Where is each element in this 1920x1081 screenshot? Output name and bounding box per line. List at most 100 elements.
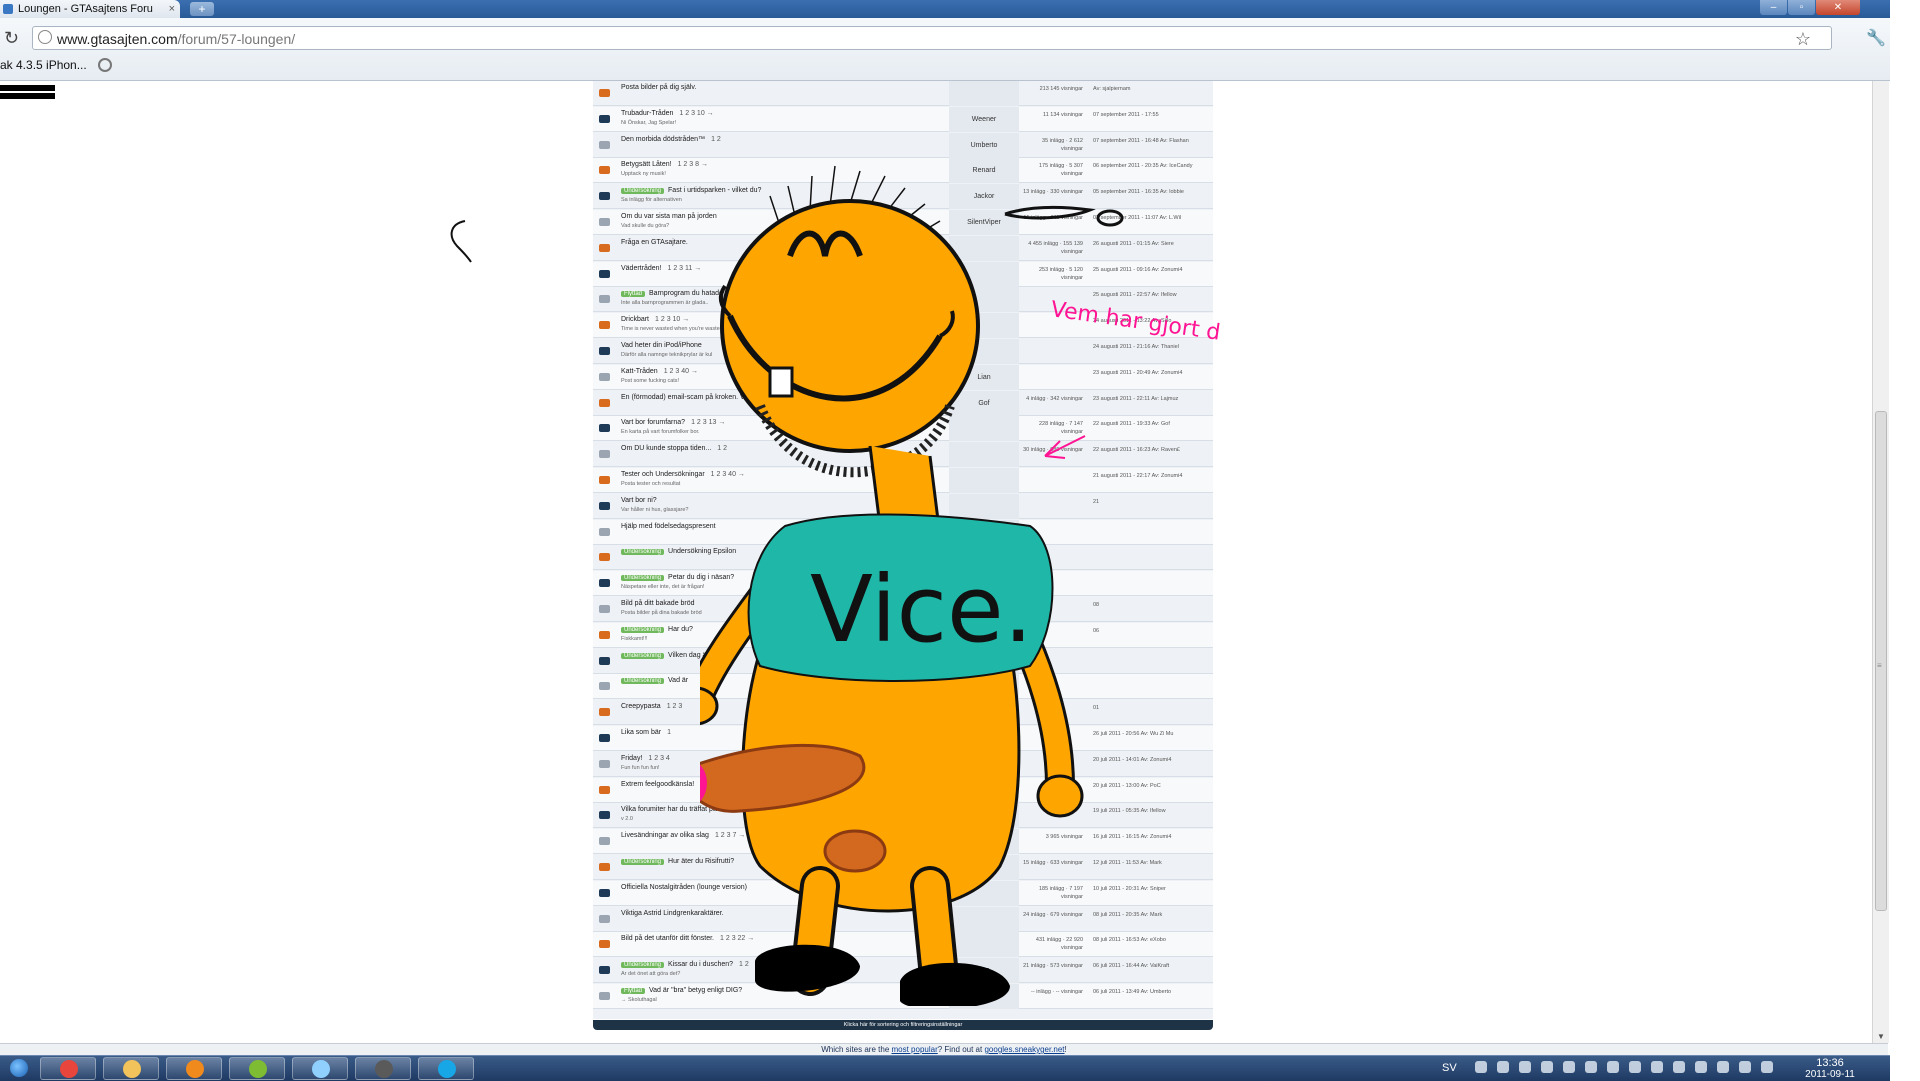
thread-title[interactable]: Undersökning Vad är	[621, 677, 688, 685]
tray-signal-icon[interactable]	[1739, 1061, 1751, 1073]
status-link-site[interactable]: googles.sneakyger.net	[984, 1045, 1064, 1054]
thread-title-text[interactable]: Har du?	[668, 626, 693, 633]
tab-loungen[interactable]: Loungen - GTAsajtens Foru ×	[0, 0, 180, 18]
paint-drawing: Vice. Vem har gjort den. I ♥ u	[700, 165, 1220, 1006]
thread-title-text[interactable]: Vädertråden!	[621, 265, 661, 272]
thread-title-text[interactable]: Friday!	[621, 755, 642, 762]
tray-app-icon[interactable]	[1541, 1061, 1553, 1073]
thread-title[interactable]: Posta bilder på dig själv.	[621, 84, 696, 91]
page-content: Posta bilder på dig själv. 213 145 visnin…	[0, 81, 1888, 1043]
tray-spotify-icon[interactable]	[1607, 1061, 1619, 1073]
bookmark-item[interactable]: ak 4.3.5 iPhon...	[0, 58, 87, 72]
thread-title-text[interactable]: Om DU kunde stoppa tiden...	[621, 445, 711, 452]
thread-subtitle: Sa inlägg för alternativen	[621, 197, 682, 204]
thread-status-icon	[599, 218, 610, 226]
thread-title[interactable]: Betygsätt Låten! 1 2 3 8 →	[621, 161, 708, 168]
thread-title-text[interactable]: Katt-Tråden	[621, 368, 658, 375]
thread-pagination[interactable]: 1 2 3 40 →	[664, 368, 698, 375]
thread-title-text[interactable]: Den morbida dödstråden™	[621, 136, 705, 143]
thread-title-text[interactable]: Betygsätt Låten!	[621, 161, 672, 168]
thread-title-text[interactable]: Posta bilder på dig själv.	[621, 84, 696, 91]
tray-steam-icon[interactable]	[1519, 1061, 1531, 1073]
minimize-button[interactable]: –	[1760, 0, 1787, 15]
thread-title[interactable]: Extrem feelgoodkänsla!1 2	[621, 781, 710, 788]
tray-app-icon[interactable]	[1585, 1061, 1597, 1073]
tray-flag-icon[interactable]	[1717, 1061, 1729, 1073]
table-row[interactable]: Posta bilder på dig själv. 213 145 visnin…	[593, 81, 1213, 106]
start-button[interactable]	[2, 1056, 36, 1081]
thread-title-text[interactable]: Bild på ditt bakade bröd	[621, 600, 695, 607]
tray-app-icon[interactable]	[1629, 1061, 1641, 1073]
thread-pagination[interactable]: 1	[667, 729, 671, 736]
thread-title[interactable]: Lika som bär 1	[621, 729, 671, 736]
tray-app-icon[interactable]	[1651, 1061, 1663, 1073]
thread-title-text[interactable]: Vart bor forumfarna?	[621, 419, 685, 426]
taskbar-chrome-button[interactable]	[40, 1057, 96, 1080]
thread-status-icon	[599, 811, 610, 820]
language-indicator[interactable]: SV	[1442, 1062, 1457, 1074]
taskbar-vlc-button[interactable]	[166, 1057, 222, 1080]
thread-title[interactable]: Creepypasta 1 2 3	[621, 703, 682, 710]
thread-status-icon	[599, 527, 610, 536]
reload-icon[interactable]: ↻	[4, 28, 19, 49]
thread-title[interactable]: Vädertråden! 1 2 3 11 →	[621, 265, 701, 272]
thread-pagination[interactable]: 1 2 3 4	[648, 755, 669, 762]
thread-subtitle: Näspetare eller inte, det är frågan!	[621, 584, 705, 591]
thread-title-text[interactable]: Vart bor ni?	[621, 497, 657, 504]
tab-close-icon[interactable]: ×	[169, 0, 175, 18]
vertical-scrollbar[interactable]: ≡ ▼	[1872, 81, 1889, 1043]
tray-volume-icon[interactable]	[1761, 1061, 1773, 1073]
tray-app-icon[interactable]	[1497, 1061, 1509, 1073]
taskbar-explorer-button[interactable]	[103, 1057, 159, 1080]
thread-title-text[interactable]: Drickbart	[621, 316, 649, 323]
thread-title-text[interactable]: Trubadur-Tråden	[621, 110, 673, 117]
thread-last-post[interactable]: Av: sjalpiernam	[1093, 85, 1131, 93]
tray-app-icon[interactable]	[1563, 1061, 1575, 1073]
thread-title[interactable]: Vart bor ni?	[621, 497, 657, 504]
taskbar-steam-button[interactable]	[355, 1057, 411, 1080]
thread-author[interactable]	[949, 81, 1019, 106]
bookmark-star-icon[interactable]: ☆	[1795, 29, 1811, 50]
tray-app-icon[interactable]	[1695, 1061, 1707, 1073]
bookmark-globe-icon[interactable]	[98, 58, 112, 72]
taskbar-skype-button[interactable]	[418, 1057, 474, 1080]
thread-title-text[interactable]: Vad är	[668, 677, 688, 684]
thread-title[interactable]: Bild på ditt bakade bröd	[621, 600, 695, 607]
wrench-menu-icon[interactable]: 🔧	[1866, 28, 1886, 48]
thread-status-icon	[599, 166, 610, 175]
thread-pagination[interactable]: 1 2 3	[667, 703, 683, 710]
thread-pagination[interactable]: 1 2 3 10 →	[655, 316, 689, 323]
thread-title-text[interactable]: Lika som bär	[621, 729, 661, 736]
thread-title-text[interactable]: Tester och Undersökningar	[621, 471, 705, 478]
thread-title-text[interactable]: Extrem feelgoodkänsla!	[621, 781, 694, 788]
steam-icon	[375, 1060, 393, 1078]
thread-status-icon	[599, 837, 610, 846]
thread-title-text[interactable]: Fråga en GTAsajtare.	[621, 239, 688, 246]
status-link-popular[interactable]: most popular	[892, 1045, 938, 1054]
new-tab-button[interactable]: +	[190, 2, 214, 16]
thread-title-text[interactable]: Vad heter din iPod/iPhone	[621, 342, 702, 349]
maximize-button[interactable]: ▫	[1788, 0, 1815, 15]
thread-status-icon	[599, 114, 610, 123]
thread-title[interactable]: Katt-Tråden 1 2 3 40 →	[621, 368, 698, 375]
thread-title-text[interactable]: Creepypasta	[621, 703, 661, 710]
thread-title[interactable]: Drickbart 1 2 3 10 →	[621, 316, 689, 323]
thread-title-text[interactable]: Livesändningar av olika slag	[621, 832, 709, 839]
thread-title[interactable]: Friday! 1 2 3 4	[621, 755, 670, 762]
thread-title[interactable]: Vad heter din iPod/iPhone	[621, 342, 702, 349]
thread-title[interactable]: Undersökning Vilken dag är	[621, 652, 709, 659]
thread-pagination[interactable]: 1 2 3 11 →	[667, 265, 701, 272]
clock[interactable]: 13:36 2011-09-11	[1795, 1057, 1865, 1081]
taskbar-messenger-button[interactable]	[292, 1057, 348, 1080]
forum-sort-bar[interactable]: Klicka här för sortering och filtrerings…	[593, 1020, 1213, 1030]
taskbar-spotify-button[interactable]	[229, 1057, 285, 1080]
clock-date: 2011-09-11	[1805, 1069, 1855, 1080]
close-window-button[interactable]: ✕	[1816, 0, 1860, 15]
thread-title[interactable]: Undersökning Har du?	[621, 626, 693, 633]
scroll-down-icon[interactable]: ▼	[1877, 1032, 1885, 1041]
tray-network-icon[interactable]	[1475, 1061, 1487, 1073]
thread-tag: Flyttad	[621, 291, 646, 298]
thread-title[interactable]: Fråga en GTAsajtare.	[621, 239, 688, 246]
tray-app-icon[interactable]	[1673, 1061, 1685, 1073]
address-bar[interactable]: www.gtasajten.com/forum/57-loungen/ ☆	[32, 26, 1832, 50]
